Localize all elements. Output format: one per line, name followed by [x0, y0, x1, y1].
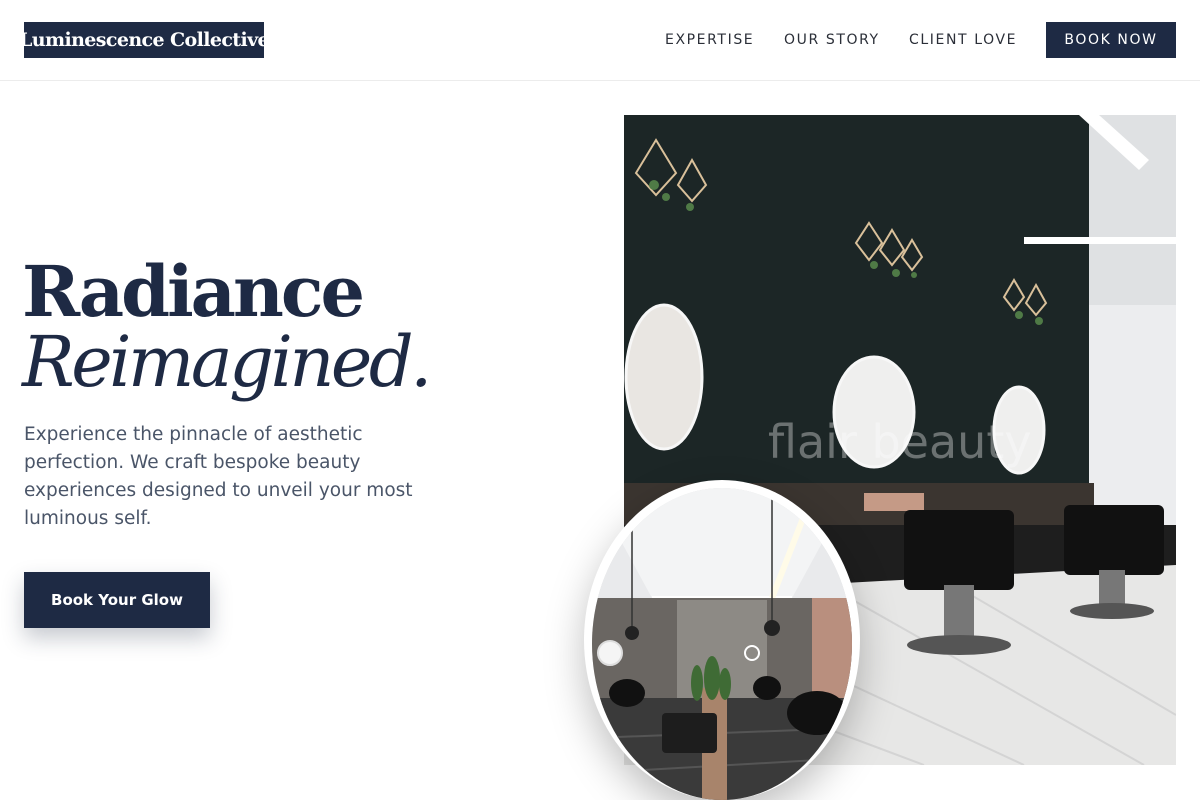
- logo[interactable]: Luminescence Collective: [19, 22, 270, 58]
- book-now-button[interactable]: BOOK NOW: [1046, 22, 1176, 58]
- salon-interior-photo: [592, 488, 852, 800]
- nav-link-expertise[interactable]: EXPERTISE: [665, 22, 754, 58]
- salon-interior-circle-frame: [584, 480, 860, 800]
- photo-watermark: flair beauty: [768, 415, 1032, 469]
- salon-interior-illustration: [592, 488, 852, 800]
- book-your-glow-button[interactable]: Book Your Glow: [24, 572, 210, 628]
- hero-title: Radiance: [22, 250, 365, 333]
- nav-link-our-story[interactable]: OUR STORY: [784, 22, 880, 58]
- hero-description: Experience the pinnacle of aesthetic per…: [24, 424, 413, 529]
- nav-link-client-love[interactable]: CLIENT LOVE: [909, 22, 1017, 58]
- site-header: Luminescence Collective EXPERTISE OUR ST…: [0, 0, 1200, 81]
- hero-title-italic: Reimagined.: [22, 321, 432, 403]
